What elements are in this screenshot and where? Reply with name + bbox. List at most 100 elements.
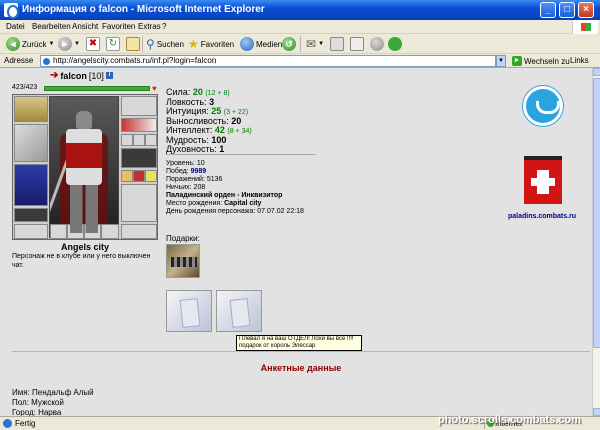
character-avatar[interactable] [49, 96, 119, 238]
profile-section-title: Анкетные данные [260, 363, 342, 373]
potion-slot-2[interactable] [133, 170, 145, 182]
stat-row: Духовность: 1 [166, 144, 225, 154]
discuss-button[interactable] [370, 36, 384, 52]
page-content: ➔ falcon [10] i 423/423 ♥ Angels city Пе… [0, 68, 592, 416]
order-text: Паладинский орден - Инквизитор [166, 192, 283, 199]
forward-arrow-icon: ► [58, 37, 72, 51]
potion-slot-1[interactable] [121, 170, 133, 182]
chevron-down-icon: ▼ [74, 41, 80, 47]
belt-slot[interactable] [14, 208, 48, 222]
address-label: Adresse [4, 56, 34, 65]
rune-slot-1[interactable] [50, 224, 67, 239]
stop-icon: ✖ [86, 37, 100, 51]
window-title: Информация о falcon - Microsoft Internet… [22, 4, 265, 15]
gloves-slot[interactable] [121, 148, 157, 168]
scroll-up-button[interactable] [593, 68, 600, 76]
paladins-link[interactable]: paladins.combats.ru [508, 213, 576, 220]
menu-ansicht[interactable]: Ansicht [72, 22, 98, 31]
profile-data: Имя: Пендальф Алый Пол: Мужской Город: Н… [12, 388, 94, 416]
address-input[interactable]: http://angelscity.combats.ru/inf.pl?logi… [40, 55, 496, 67]
home-icon [126, 37, 140, 51]
armor-slot[interactable] [14, 164, 48, 206]
favorites-button[interactable]: ★ Favoriten [188, 36, 234, 52]
losses-text: Поражений: 5136 [166, 176, 223, 183]
star-icon: ★ [188, 37, 199, 51]
history-button[interactable]: ↺ [282, 36, 296, 52]
windows-logo-icon [572, 20, 598, 34]
links-button[interactable]: Links [570, 56, 589, 65]
hp-row: 423/423 ♥ [12, 84, 158, 93]
boots-slot[interactable] [14, 224, 48, 239]
draws-text: Ничьих: 208 [166, 184, 206, 191]
potion-slot-3[interactable] [145, 170, 157, 182]
ring-slot-3[interactable] [145, 134, 157, 146]
home-button[interactable] [126, 36, 140, 52]
helmet-slot[interactable] [14, 96, 48, 122]
print-button[interactable] [330, 36, 344, 52]
level-text: Уровень: 10 [166, 160, 205, 167]
info-icon[interactable]: i [105, 72, 113, 79]
minimize-button[interactable]: _ [540, 2, 556, 18]
ring-slot-1[interactable] [121, 134, 133, 146]
media-icon [240, 37, 254, 51]
menu-bar: Datei Bearbeiten Ansicht Favoriten Extra… [0, 20, 600, 34]
character-level: [10] [88, 70, 104, 81]
scroll-down-button[interactable] [593, 408, 600, 416]
menu-bearbeiten[interactable]: Bearbeiten [32, 22, 71, 31]
status-text: Fertig [15, 419, 36, 428]
character-city: Angels city [60, 242, 109, 252]
character-equipment-frame [12, 94, 158, 240]
discuss-icon [370, 37, 384, 51]
history-icon: ↺ [282, 37, 296, 51]
go-button[interactable]: ► Wechseln zu [512, 56, 570, 66]
clan-logo-icon[interactable] [523, 86, 563, 126]
scroll-thumb[interactable] [593, 78, 600, 348]
stats-divider [166, 154, 316, 155]
gift-bag-image[interactable] [166, 244, 200, 278]
gifts-label: Подарки: [166, 234, 200, 243]
menu-extras[interactable]: Extras [138, 22, 161, 31]
close-button[interactable]: × [578, 2, 594, 18]
messenger-button[interactable] [388, 36, 402, 52]
section-divider [12, 351, 590, 352]
search-icon: ⚲ [146, 37, 155, 51]
gift-card-image[interactable] [166, 290, 212, 332]
page-icon [3, 419, 12, 428]
media-button[interactable]: Medien [240, 36, 282, 52]
earrings-slot[interactable] [121, 96, 157, 116]
vertical-scrollbar[interactable] [592, 68, 600, 416]
edit-button[interactable] [350, 36, 364, 52]
mail-icon: ✉ [306, 37, 317, 51]
menu-favoriten[interactable]: Favoriten [102, 22, 135, 31]
menu-datei[interactable]: Datei [6, 22, 25, 31]
favorites-label: Favoriten [200, 39, 235, 49]
weapon-slot[interactable] [14, 124, 48, 162]
rune-slot-4[interactable] [101, 224, 119, 239]
extra-slot[interactable] [121, 224, 157, 239]
private-arrow-icon[interactable]: ➔ [50, 70, 58, 81]
address-bar: Adresse http://angelscity.combats.ru/inf… [0, 54, 600, 68]
paladin-banner-icon[interactable] [524, 156, 562, 204]
character-name[interactable]: falcon [60, 71, 87, 81]
refresh-icon: ↻ [106, 37, 120, 51]
stop-button[interactable]: ✖ [86, 36, 100, 52]
watermark: photo.scrolls.combats.com [438, 414, 582, 426]
shield-slot[interactable] [121, 184, 157, 222]
back-button[interactable]: ◄ Zurück ▼ [6, 36, 54, 52]
edit-icon [350, 37, 364, 51]
wins-text: Побед: 9989 [166, 168, 207, 175]
back-arrow-icon: ◄ [6, 37, 20, 51]
gift-card-image[interactable] [216, 290, 262, 332]
menu-help[interactable]: ? [162, 22, 166, 31]
forward-button[interactable]: ► ▼ [58, 36, 80, 52]
ring-slot-2[interactable] [133, 134, 145, 146]
address-dropdown-icon[interactable]: ▼ [496, 55, 506, 67]
search-button[interactable]: ⚲ Suchen [146, 36, 184, 52]
go-label: Wechseln zu [524, 56, 570, 66]
mail-button[interactable]: ✉ ▼ [306, 36, 324, 52]
necklace-slot[interactable] [121, 118, 157, 132]
back-label: Zurück [22, 39, 47, 49]
maximize-button[interactable]: □ [559, 2, 575, 18]
search-label: Suchen [156, 39, 184, 49]
refresh-button[interactable]: ↻ [106, 36, 120, 52]
